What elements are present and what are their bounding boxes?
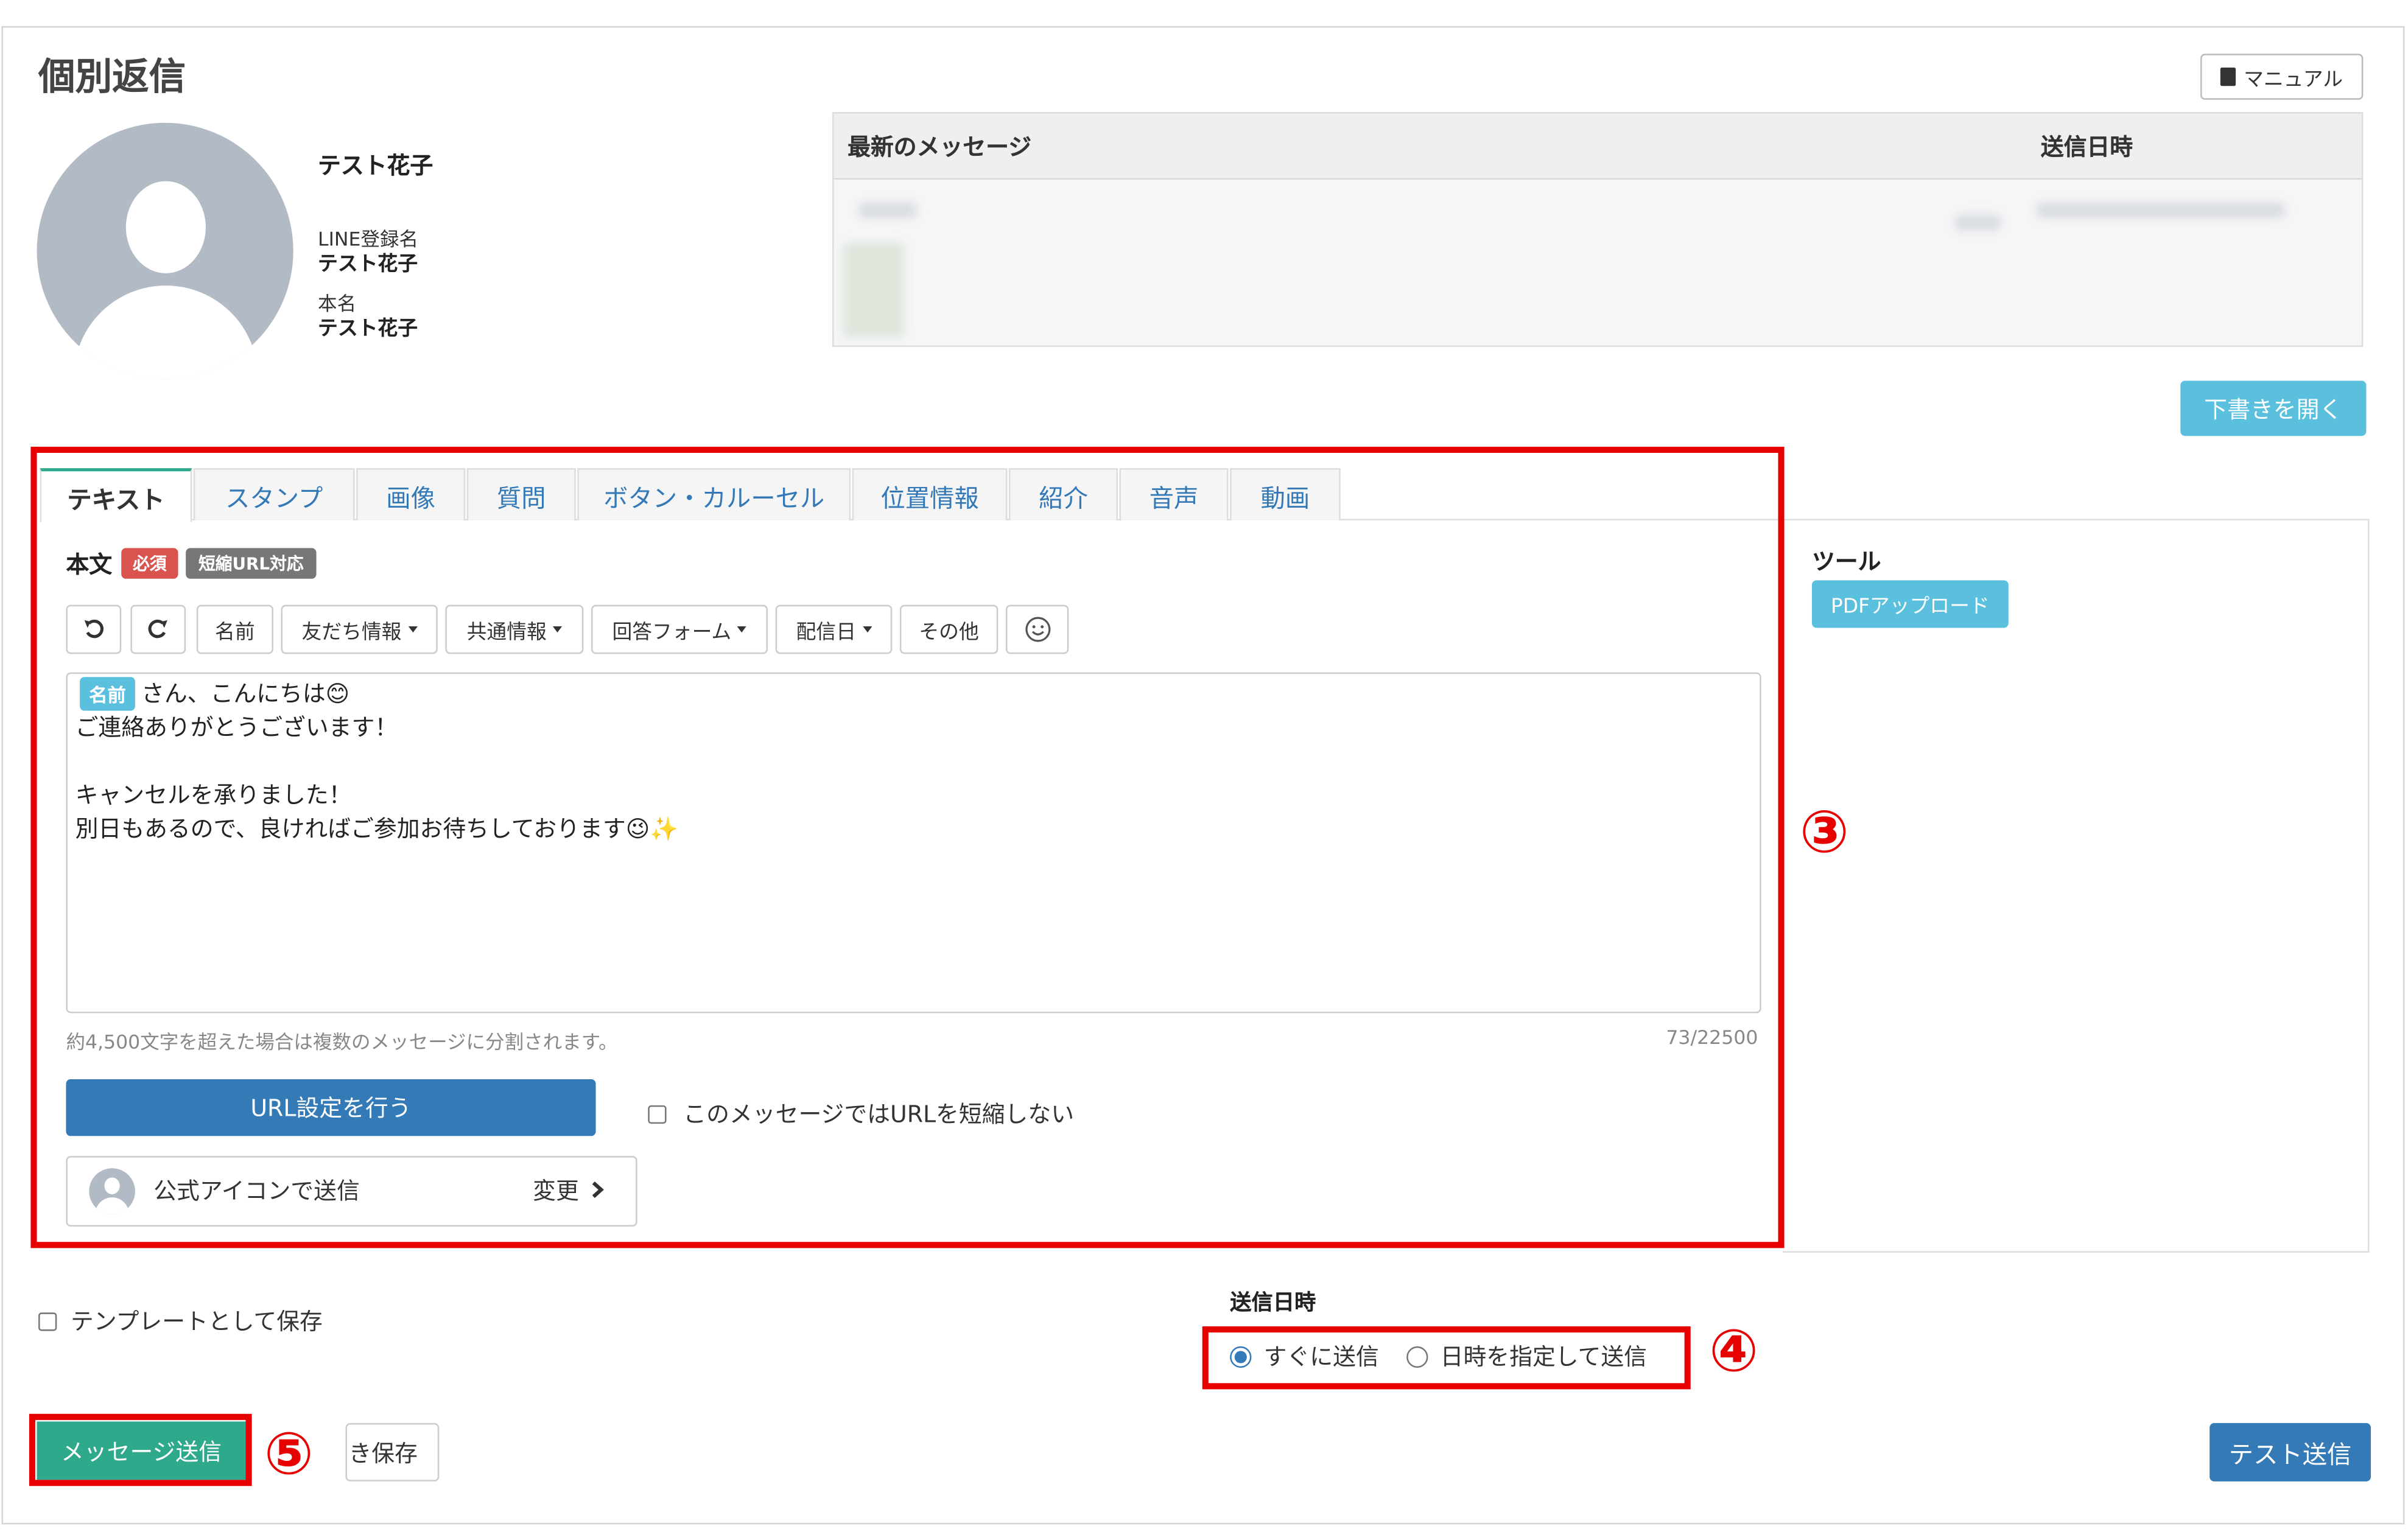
open-draft-button[interactable]: 下書きを開く (2180, 380, 2367, 436)
latest-messages-table: 最新のメッセージ 送信日時 (832, 112, 2364, 347)
blurred-date (2036, 202, 2285, 219)
column-sent-time: 送信日時 (2040, 133, 2133, 161)
blurred-text (1954, 215, 2001, 231)
marker-3: ③ (1799, 798, 1849, 866)
real-name-value: テスト花子 (318, 318, 418, 341)
send-time-label: 送信日時 (1230, 1291, 1316, 1316)
manual-button[interactable]: マニュアル (2200, 54, 2364, 100)
highlight-box-4 (1202, 1326, 1691, 1390)
marker-5: ⑤ (264, 1419, 314, 1488)
line-name-value: テスト花子 (318, 253, 418, 276)
manual-label: マニュアル (2244, 68, 2343, 92)
test-send-button[interactable]: テスト送信 (2210, 1423, 2371, 1482)
save-template-checkbox[interactable] (38, 1312, 57, 1331)
tool-panel (1783, 519, 2370, 1253)
avatar (37, 122, 293, 379)
blurred-text (858, 202, 917, 219)
profile-name: テスト花子 (318, 152, 434, 180)
save-template-label: テンプレートとして保存 (71, 1307, 323, 1336)
pdf-upload-button[interactable]: PDFアップロード (1811, 580, 2009, 628)
highlight-box-5 (29, 1413, 252, 1486)
table-header: 最新のメッセージ 送信日時 (834, 113, 2362, 180)
page-title: 個別返信 (38, 55, 186, 99)
column-latest-message: 最新のメッセージ (848, 133, 1032, 161)
highlight-box-3 (30, 446, 1785, 1248)
marker-4: ④ (1708, 1317, 1759, 1385)
tools-heading: ツール (1811, 548, 1881, 576)
book-icon (2220, 67, 2236, 86)
blurred-image (843, 242, 905, 338)
save-draft-button[interactable]: き保存 (345, 1423, 440, 1482)
